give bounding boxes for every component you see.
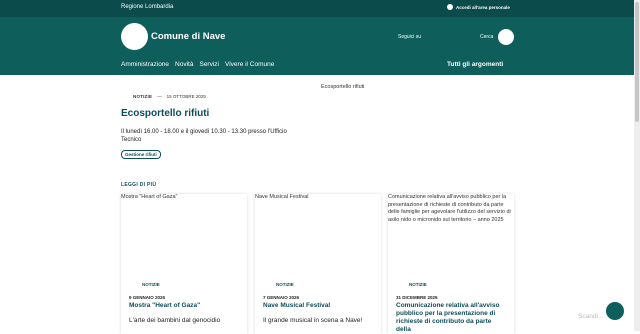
card-title[interactable]: Mostra "Heart of Gaza": [129, 302, 239, 310]
login-link[interactable]: Accedi all'area personale: [447, 4, 510, 10]
nav-item-servizi[interactable]: Servizi: [199, 61, 219, 68]
search-label: Cerca: [480, 34, 494, 40]
news-card[interactable]: Mostra "Heart of Gaza" NOTIZIE 9 GENNAIO…: [121, 194, 247, 334]
scrollbar[interactable]: [634, 0, 640, 331]
follow-us-label: Seguici su: [398, 34, 422, 40]
card-image: Mostra "Heart of Gaza": [121, 194, 178, 200]
scrollbar-thumb[interactable]: [635, 2, 639, 122]
card-date: 7 GENNAIO 2026: [263, 295, 300, 300]
card-category[interactable]: NOTIZIE: [409, 282, 427, 287]
card-category[interactable]: NOTIZIE: [276, 282, 294, 287]
nav-item-vivere-il-comune[interactable]: Vivere il Comune: [225, 61, 274, 68]
site-header: Comune di Nave Seguici su Cerca Amminist…: [0, 17, 640, 75]
page-title: Ecosportello rifiuti: [121, 108, 210, 119]
news-card[interactable]: Nave Musical Festival NOTIZIE 7 GENNAIO …: [255, 194, 381, 334]
site-title[interactable]: Comune di Nave: [151, 31, 225, 42]
region-link[interactable]: Regione Lombardia: [121, 4, 173, 10]
news-card[interactable]: Comunicazione relativa all'avviso pubbli…: [388, 194, 514, 334]
login-label: Accedi all'area personale: [456, 4, 510, 10]
card-description: Il grande musical in scena a Nave!: [263, 317, 363, 324]
article-date: 15 OTTOBRE 2025: [166, 94, 206, 99]
card-title[interactable]: Nave Musical Festival: [263, 302, 373, 310]
article-category[interactable]: NOTIZIE: [133, 94, 152, 99]
article-image: Ecosportello rifiuti: [321, 84, 365, 90]
card-date: 31 DICEMBRE 2025: [396, 295, 438, 300]
meta-separator: —: [157, 94, 162, 99]
nav-item-novita[interactable]: Novità: [175, 61, 193, 68]
user-icon: [447, 4, 453, 10]
card-description: L'arte dei bambini dal genocidio: [129, 317, 221, 324]
chat-button[interactable]: [606, 302, 624, 320]
watermark: Scandi...: [578, 313, 604, 320]
nav-item-amministrazione[interactable]: Amministrazione: [121, 61, 169, 68]
municipality-logo[interactable]: [121, 23, 148, 50]
top-bar: Regione Lombardia Accedi all'area person…: [0, 0, 640, 17]
article-meta: NOTIZIE — 15 OTTOBRE 2025: [133, 94, 206, 99]
read-more-heading: LEGGI DI PIÙ: [121, 182, 157, 188]
article-description: Il lunedì 16.00 - 18.00 e il giovedì 10.…: [121, 129, 287, 143]
topic-tag[interactable]: Gestione rifiuti: [121, 150, 161, 159]
card-image: Nave Musical Festival: [255, 194, 309, 200]
card-date: 9 GENNAIO 2026: [129, 295, 166, 300]
search-button[interactable]: [498, 29, 514, 45]
main-nav: Amministrazione Novità Servizi Vivere il…: [121, 61, 274, 68]
card-category[interactable]: NOTIZIE: [142, 282, 160, 287]
card-title[interactable]: Comunicazione relativa all'avviso pubbli…: [396, 302, 506, 334]
all-topics-link[interactable]: Tutti gli argomenti: [447, 61, 503, 68]
card-image: Comunicazione relativa all'avviso pubbli…: [388, 194, 511, 223]
